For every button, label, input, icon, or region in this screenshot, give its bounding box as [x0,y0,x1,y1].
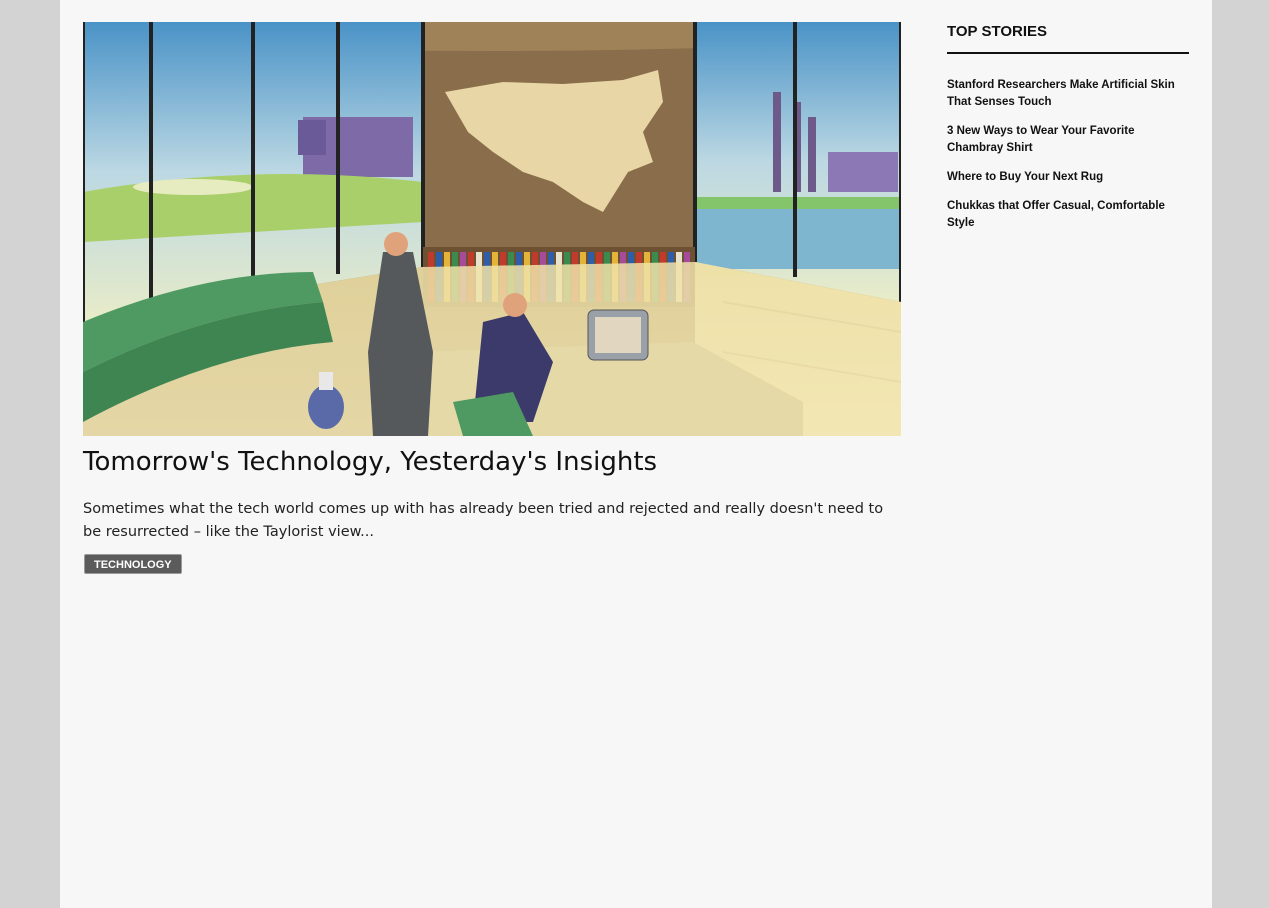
sidebar-top-stories: TOP STORIES Stanford Researchers Make Ar… [947,22,1189,232]
page-container: Tomorrow's Technology, Yesterday's Insig… [60,0,1212,908]
list-item: Stanford Researchers Make Artificial Ski… [947,77,1189,111]
top-story-link[interactable]: Stanford Researchers Make Artificial Ski… [947,77,1189,111]
list-item: 3 New Ways to Wear Your Favorite Chambra… [947,123,1189,157]
article-hero-image[interactable] [83,22,901,436]
top-story-link[interactable]: Where to Buy Your Next Rug [947,169,1189,186]
top-story-link[interactable]: 3 New Ways to Wear Your Favorite Chambra… [947,123,1189,157]
category-tag-button[interactable]: TECHNOLOGY [84,554,182,574]
sidebar-heading: TOP STORIES [947,22,1189,54]
list-item: Where to Buy Your Next Rug [947,169,1189,186]
top-stories-list: Stanford Researchers Make Artificial Ski… [947,77,1189,232]
top-story-link[interactable]: Chukkas that Offer Casual, Comfortable S… [947,198,1189,232]
article-title[interactable]: Tomorrow's Technology, Yesterday's Insig… [83,444,657,480]
list-item: Chukkas that Offer Casual, Comfortable S… [947,198,1189,232]
article-excerpt: Sometimes what the tech world comes up w… [83,501,884,540]
